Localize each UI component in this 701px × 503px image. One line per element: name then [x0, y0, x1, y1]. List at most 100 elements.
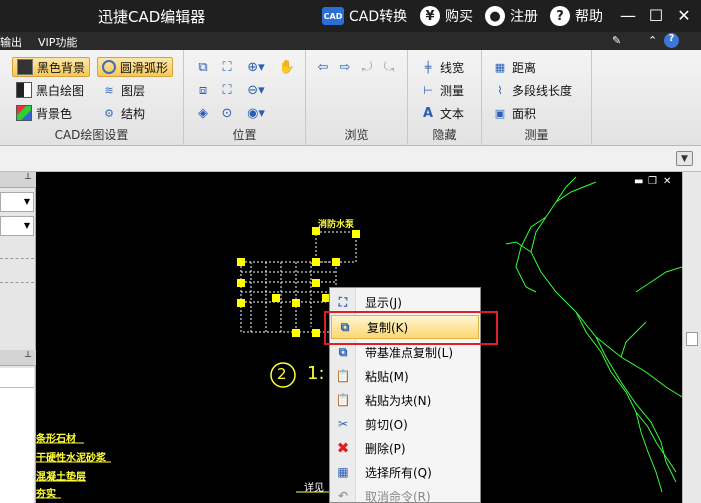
buy-button[interactable]: ¥ 购买 — [420, 5, 473, 27]
pan-hand-icon[interactable]: ✋ — [278, 58, 296, 76]
brush-icon[interactable]: ✎ — [612, 34, 621, 47]
delete-x-icon: ✖ — [336, 439, 350, 457]
zoom-extents-icon[interactable]: ⛶ — [218, 58, 236, 76]
app-title: 迅捷CAD编辑器 — [98, 8, 206, 26]
drawing-minimize-icon[interactable]: ▬ — [634, 176, 643, 187]
menu-item-delete[interactable]: ✖ 删除(P) — [330, 436, 480, 460]
close-icon[interactable]: ✕ — [673, 4, 695, 26]
scale-label: 1: — [307, 363, 325, 384]
ribbon-group-label: CAD绘图设置 — [54, 128, 129, 142]
divider — [0, 258, 34, 259]
arrow-left-icon[interactable]: ⇦ — [314, 58, 332, 76]
highlight-box — [324, 311, 498, 345]
black-background-icon — [17, 59, 33, 75]
menu-item-paste-block[interactable]: 📋 粘贴为块(N) — [330, 388, 480, 412]
chevron-down-icon[interactable]: ▼ — [676, 151, 693, 166]
ribbon: 黑色背景 圆滑弧形 黑白绘图 ≋ 图层 背景色 ⚙ 结构 CAD绘图设置 ⧉ ⛶… — [0, 50, 701, 146]
black-background-button[interactable]: 黑色背景 — [12, 57, 91, 77]
menu-bar: 输出 VIP功能 ✎ ⌃ ? — [0, 32, 701, 50]
ruler-icon: ▦ — [494, 60, 506, 74]
help-icon: ? — [550, 6, 570, 26]
collapse-ribbon-icon[interactable]: ⌃ — [648, 34, 657, 47]
zoom-extents-icon: ⛶ — [338, 294, 348, 309]
tab-strip: ▼ — [0, 146, 701, 172]
layers-button[interactable]: ≋ 图层 — [97, 80, 149, 100]
help-button[interactable]: ? 帮助 — [550, 5, 603, 27]
zoom-realtime-icon[interactable]: ⊙ — [218, 104, 236, 122]
arrow-right-icon[interactable]: ⇨ — [336, 58, 354, 76]
black-white-drawing-button[interactable]: 黑白绘图 — [12, 80, 88, 100]
left-panel: ⊥ ▼ ▼ ⊥ — [0, 172, 36, 503]
scrollbar-thumb[interactable] — [686, 332, 698, 346]
structure-button[interactable]: ⚙ 结构 — [97, 103, 149, 123]
divider — [0, 282, 34, 283]
text-toggle-button[interactable]: A 文本 — [416, 103, 468, 123]
bottom-label: 详见 — [304, 483, 324, 494]
black-white-icon — [16, 82, 32, 98]
paste-block-icon: 📋 — [335, 393, 351, 407]
polyline-length-button[interactable]: ⌇ 多段线长度 — [488, 80, 576, 100]
measure-toggle-button[interactable]: ⊢ 测量 — [416, 80, 468, 100]
ribbon-group-position: ⧉ ⛶ ⊕▾ ✋ ⧈ ⛶ ⊖▾ ◈ ⊙ ◉▾ 位置 — [184, 50, 306, 146]
ribbon-group-measure: ▦ 距离 ⌇ 多段线长度 ▣ 面积 测量 — [482, 50, 592, 146]
cad-icon: CAD — [322, 7, 344, 25]
maximize-icon[interactable]: ☐ — [645, 4, 667, 26]
cad-convert-button[interactable]: CAD CAD转换 — [322, 5, 407, 27]
background-color-button[interactable]: 背景色 — [12, 103, 76, 123]
annotation-mortar: 干硬性水泥砂浆 — [36, 453, 106, 464]
layers-icon: ≋ — [104, 83, 114, 97]
ribbon-group-hide: ╪ 线宽 ⊢ 测量 A 文本 隐藏 — [408, 50, 482, 146]
ribbon-group-cad-settings: 黑色背景 圆滑弧形 黑白绘图 ≋ 图层 背景色 ⚙ 结构 CAD绘图设置 — [0, 50, 184, 146]
zoom-fit-icon[interactable]: ⛶ — [218, 81, 236, 99]
area-button[interactable]: ▣ 面积 — [488, 103, 540, 123]
panel-dropdown-2[interactable]: ▼ — [0, 216, 34, 236]
line-width-button[interactable]: ╪ 线宽 — [416, 57, 468, 77]
first-page-icon[interactable]: ⤾ — [358, 58, 376, 76]
zoom-previous-icon[interactable]: ⧈ — [194, 81, 212, 99]
zoom-out-icon[interactable]: ⊖▾ — [244, 81, 268, 99]
vertical-scrollbar[interactable] — [682, 172, 701, 503]
ribbon-group-browse: ⇦ ⇨ ⤾ ⤿ 浏览 — [306, 50, 408, 146]
annotation-stone: 条形石材 — [36, 434, 76, 445]
drawing-close-icon[interactable]: ✕ — [663, 176, 671, 187]
menu-item-paste[interactable]: 📋 粘贴(M) — [330, 364, 480, 388]
last-page-icon[interactable]: ⤿ — [380, 58, 398, 76]
dimension-icon: ⊢ — [423, 83, 433, 97]
smooth-arc-icon — [102, 60, 116, 74]
menu-output[interactable]: 输出 — [0, 34, 22, 50]
menu-vip[interactable]: VIP功能 — [38, 34, 77, 50]
annotation-concrete: 混凝土垫层 — [36, 472, 86, 483]
smooth-arc-button[interactable]: 圆滑弧形 — [97, 57, 174, 77]
paste-icon: 📋 — [335, 369, 351, 383]
panel-dropdown[interactable]: ▼ — [0, 192, 34, 212]
distance-button[interactable]: ▦ 距离 — [488, 57, 540, 77]
area-icon: ▣ — [494, 106, 506, 120]
ribbon-group-label: 测量 — [524, 128, 549, 142]
orbit-icon[interactable]: ◉▾ — [244, 104, 268, 122]
zoom-window-icon[interactable]: ⧉ — [194, 58, 212, 76]
menu-item-cut[interactable]: ✂ 剪切(O) — [330, 412, 480, 436]
scissors-icon: ✂ — [337, 417, 349, 431]
ribbon-group-label: 浏览 — [344, 128, 369, 142]
circled-number: 2 — [277, 365, 287, 383]
line-width-icon: ╪ — [424, 60, 432, 74]
minimize-icon[interactable]: — — [617, 4, 639, 26]
yen-icon: ¥ — [420, 6, 440, 26]
copy-basepoint-icon: ⧉ — [338, 344, 348, 359]
ribbon-group-label: 位置 — [232, 128, 257, 142]
terrain-lines — [505, 176, 682, 493]
user-icon: ● — [485, 6, 505, 26]
title-bar: 迅捷CAD编辑器 CAD CAD转换 ¥ 购买 ● 注册 ? 帮助 — ☐ ✕ — [0, 0, 701, 32]
pin-icon[interactable]: ⊥ — [0, 172, 36, 188]
text-a-icon: A — [422, 105, 434, 121]
pin-icon-2[interactable]: ⊥ — [0, 350, 36, 366]
info-help-icon[interactable]: ? — [664, 33, 679, 48]
menu-item-cancel-command[interactable]: ↶ 取消命令(R) — [330, 484, 480, 503]
select-all-icon: ▦ — [337, 465, 349, 479]
drawing-restore-icon[interactable]: ❐ — [648, 176, 657, 187]
menu-item-select-all[interactable]: ▦ 选择所有(Q) — [330, 460, 480, 484]
zoom-in-icon[interactable]: ⊕▾ — [244, 58, 268, 76]
undo-icon: ↶ — [337, 489, 349, 503]
register-button[interactable]: ● 注册 — [485, 5, 538, 27]
3d-view-icon[interactable]: ◈ — [194, 104, 212, 122]
